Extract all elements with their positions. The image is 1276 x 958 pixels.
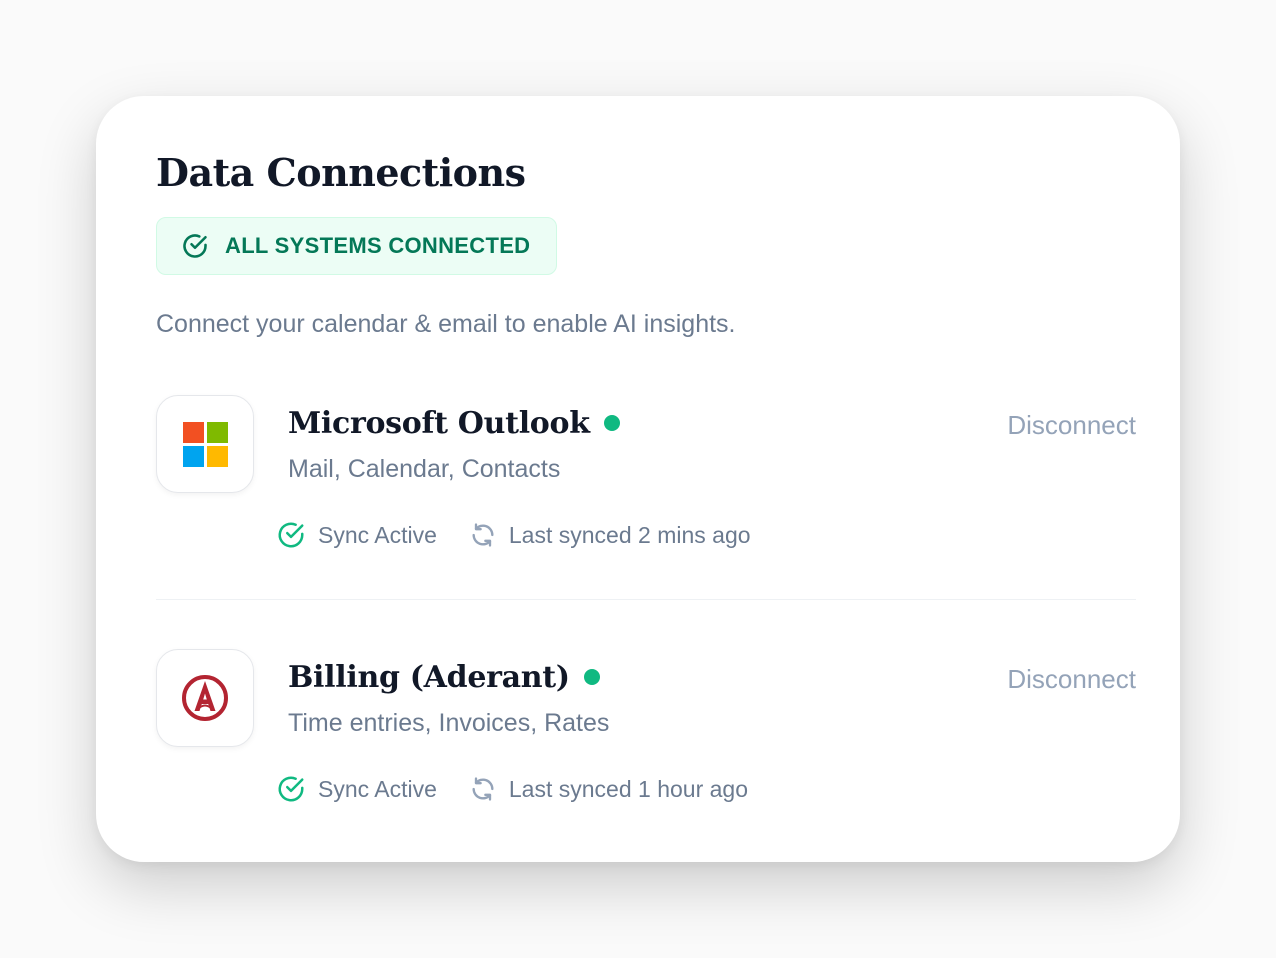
last-synced: Last synced 2 mins ago xyxy=(508,521,751,548)
subtitle: Connect your calendar & email to enable … xyxy=(156,310,736,338)
connection-meta: Sync Active Last synced 2 mins ago xyxy=(276,515,751,555)
disconnect-button[interactable]: Disconnect xyxy=(1007,407,1136,443)
disconnect-button[interactable]: Disconnect xyxy=(1007,661,1136,697)
sync-status: Sync Active xyxy=(318,775,437,802)
sync-status: Sync Active xyxy=(318,521,437,548)
microsoft-logo xyxy=(156,395,254,493)
connected-status-dot xyxy=(603,415,620,431)
check-circle-icon xyxy=(181,232,209,260)
page-title: Data Connections xyxy=(156,150,526,195)
status-badge: ALL SYSTEMS CONNECTED xyxy=(156,217,558,275)
connection-description: Mail, Calendar, Contacts xyxy=(288,455,561,483)
connection-name: Billing (Aderant) xyxy=(288,659,570,695)
connected-status-dot xyxy=(583,669,600,685)
aderant-logo xyxy=(156,649,254,747)
check-circle-icon xyxy=(276,774,306,804)
check-circle-icon xyxy=(276,520,306,550)
refresh-icon xyxy=(469,521,497,549)
status-badge-label: ALL SYSTEMS CONNECTED xyxy=(225,233,531,258)
connection-description: Time entries, Invoices, Rates xyxy=(288,709,610,737)
connection-row: Billing (Aderant) Time entries, Invoices… xyxy=(156,649,1136,819)
refresh-icon xyxy=(469,775,497,803)
connection-meta: Sync Active Last synced 1 hour ago xyxy=(276,769,748,809)
last-synced: Last synced 1 hour ago xyxy=(508,775,748,802)
connection-name: Microsoft Outlook xyxy=(288,405,590,441)
data-connections-card: Data Connections ALL SYSTEMS CONNECTED C… xyxy=(96,96,1180,862)
divider xyxy=(156,599,1136,600)
connection-row: Microsoft Outlook Mail, Calendar, Contac… xyxy=(156,395,1136,565)
